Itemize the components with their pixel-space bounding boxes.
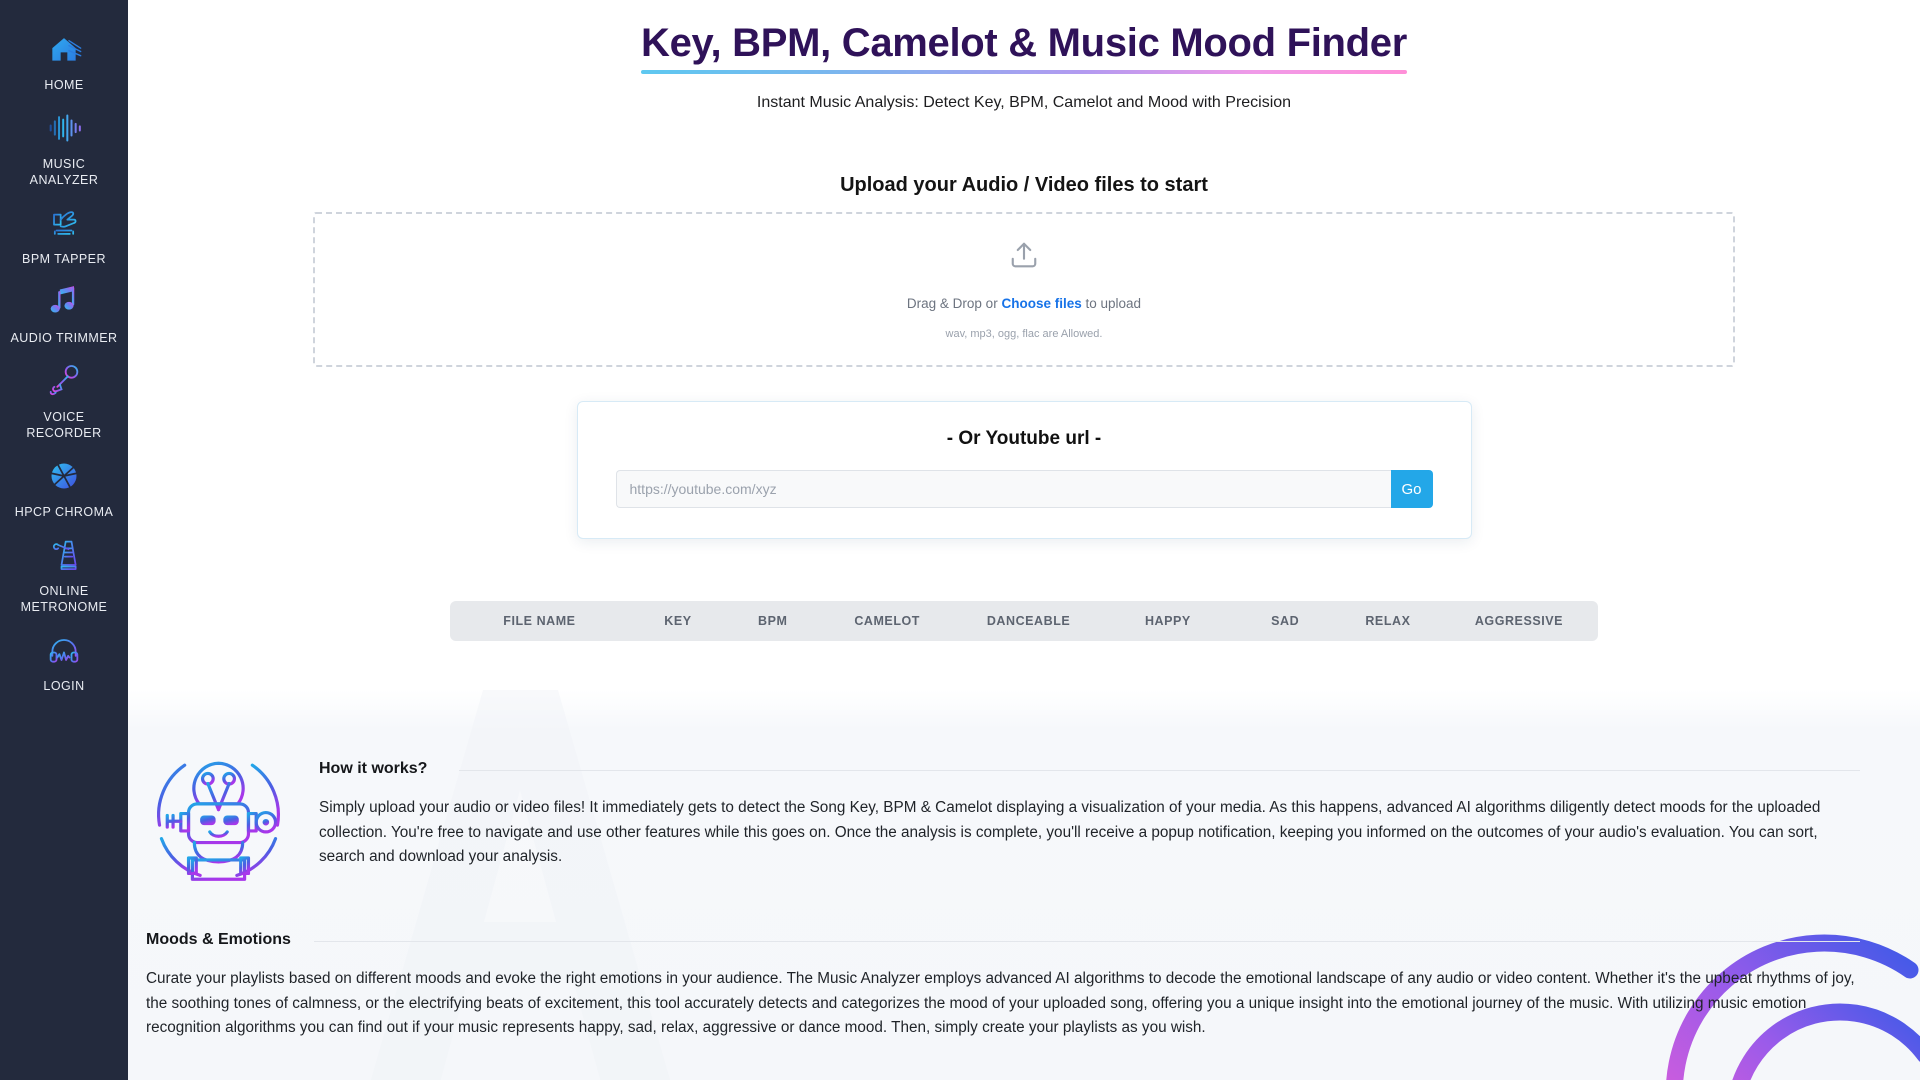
dropzone-instructions: Drag & Drop or Choose files to upload [907,296,1141,311]
how-it-works-title: How it works? [319,760,1860,787]
column-header-happy[interactable]: HAPPY [1101,614,1234,628]
upload-heading: Upload your Audio / Video files to start [840,174,1208,196]
robot-reading-icon [146,742,291,887]
microphone-icon [43,360,85,402]
music-notes-icon [43,281,85,323]
column-header-sad[interactable]: SAD [1234,614,1335,628]
column-header-danceable[interactable]: DANCEABLE [956,614,1102,628]
column-header-relax[interactable]: RELAX [1336,614,1440,628]
youtube-card-title: - Or Youtube url - [946,428,1102,449]
sidebar-item-music-analyzer[interactable]: MUSIC ANALYZER [0,101,128,196]
youtube-go-button[interactable]: Go [1390,470,1433,508]
allowed-formats-label: wav, mp3, ogg, flac are Allowed. [945,327,1103,340]
title-gradient-underline [640,70,1407,74]
top-panel: Key, BPM, Camelot & Music Mood Finder In… [128,0,1920,641]
sidebar-item-label: LOGIN [43,679,85,693]
page-title: Key, BPM, Camelot & Music Mood Finder [640,18,1407,80]
home-icon [43,28,85,70]
info-section: How it works? Simply upload your audio o… [128,690,1920,1080]
results-table-header-row: FILE NAME KEY BPM CAMELOT DANCEABLE HAPP… [450,601,1598,641]
how-it-works-text: How it works? Simply upload your audio o… [319,742,1890,870]
info-content: How it works? Simply upload your audio o… [128,690,1920,1041]
sidebar-item-audio-trimmer[interactable]: AUDIO TRIMMER [0,275,128,354]
page-subtitle: Instant Music Analysis: Detect Key, BPM,… [756,94,1292,111]
youtube-url-input[interactable] [615,470,1391,508]
column-header-file-name[interactable]: FILE NAME [450,614,629,628]
hand-tap-icon [43,202,85,244]
aperture-icon [43,455,85,497]
sidebar-item-label: HOME [44,78,84,92]
drag-suffix-label: to upload [1085,295,1142,311]
how-it-works-body: Simply upload your audio or video files!… [319,799,1821,865]
drag-prefix-label: Drag & Drop or [906,295,998,311]
youtube-url-card: - Or Youtube url - Go [576,401,1472,539]
file-dropzone[interactable]: Drag & Drop or Choose files to upload wa… [313,212,1735,367]
sidebar-item-login[interactable]: LOGIN [0,623,128,702]
app-root: HOME MUSIC ANALYZER BPM TAPPER AUDIO TRI… [0,0,1920,1080]
metronome-icon [43,534,85,576]
column-header-bpm[interactable]: BPM [727,614,819,628]
column-header-aggressive[interactable]: AGGRESSIVE [1440,614,1598,628]
youtube-input-row: Go [598,470,1451,508]
moods-emotions-title: Moods & Emotions [146,931,1860,958]
sidebar-item-home[interactable]: HOME [0,22,128,101]
sidebar-item-bpm-tapper[interactable]: BPM TAPPER [0,196,128,275]
results-table: FILE NAME KEY BPM CAMELOT DANCEABLE HAPP… [450,601,1598,641]
column-header-key[interactable]: KEY [629,614,727,628]
sidebar-item-hpcp-chroma[interactable]: HPCP CHROMA [0,449,128,528]
choose-files-link[interactable]: Choose files [1001,296,1081,311]
sidebar-item-label: ONLINE METRONOME [20,584,108,614]
moods-emotions-block: Moods & Emotions Curate your playlists b… [128,887,1890,1041]
sidebar-item-voice-recorder[interactable]: VOICE RECORDER [0,354,128,449]
page-title-text: Key, BPM, Camelot & Music Mood Finder [640,21,1407,65]
headphones-icon [43,629,85,671]
sidebar-item-label: HPCP CHROMA [14,505,114,519]
page-header: Key, BPM, Camelot & Music Mood Finder [128,10,1920,80]
sidebar: HOME MUSIC ANALYZER BPM TAPPER AUDIO TRI… [0,0,128,1080]
column-header-camelot[interactable]: CAMELOT [819,614,956,628]
sidebar-item-label: AUDIO TRIMMER [10,331,118,345]
moods-emotions-body: Curate your playlists based on different… [146,970,1855,1036]
how-it-works-block: How it works? Simply upload your audio o… [128,690,1890,887]
upload-icon [1009,240,1039,270]
main-content: Key, BPM, Camelot & Music Mood Finder In… [128,0,1920,1080]
sidebar-item-label: BPM TAPPER [22,252,106,266]
sidebar-item-label: MUSIC ANALYZER [29,157,99,187]
waveform-icon [43,107,85,149]
sidebar-item-label: VOICE RECORDER [26,410,102,440]
sidebar-item-online-metronome[interactable]: ONLINE METRONOME [0,528,128,623]
